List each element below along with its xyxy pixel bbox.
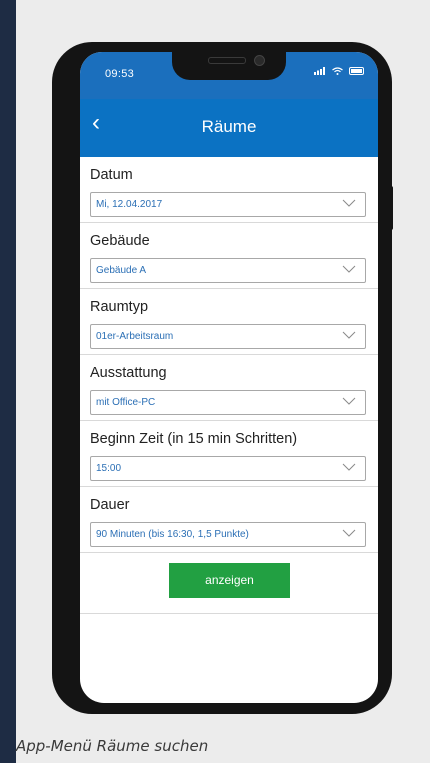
field-label: Beginn Zeit (in 15 min Schritten)	[90, 431, 298, 447]
front-camera	[254, 55, 265, 66]
select-value: 01er-Arbeitsraum	[96, 331, 174, 342]
start-time-select[interactable]: 15:00	[90, 456, 366, 481]
chevron-down-icon	[342, 397, 356, 405]
battery-icon	[349, 67, 364, 76]
select-value: Mi, 12.04.2017	[96, 199, 163, 210]
field-ausstattung: Ausstattung mit Office-PC	[80, 355, 378, 421]
phone-notch	[172, 52, 286, 80]
select-value: mit Office-PC	[96, 397, 156, 408]
nav-bar: ‹ Räume	[80, 99, 378, 157]
signal-bars-icon	[314, 67, 326, 76]
page-title: Räume	[201, 117, 257, 136]
duration-select[interactable]: 90 Minuten (bis 16:30, 1,5 Punkte)	[90, 522, 366, 547]
room-type-select[interactable]: 01er-Arbeitsraum	[90, 324, 366, 349]
field-gebaeude: Gebäude Gebäude A	[80, 223, 378, 289]
chevron-down-icon	[342, 265, 356, 273]
power-button	[387, 186, 393, 230]
mute-switch	[64, 178, 70, 208]
field-label: Dauer	[90, 497, 130, 513]
equipment-select[interactable]: mit Office-PC	[90, 390, 366, 415]
field-label: Ausstattung	[90, 365, 167, 381]
status-time: 09:53	[105, 68, 135, 80]
wifi-icon	[332, 67, 344, 76]
show-rooms-button[interactable]: anzeigen	[169, 563, 290, 598]
speaker-grille	[208, 57, 246, 64]
field-label: Datum	[90, 167, 133, 183]
chevron-down-icon	[342, 199, 356, 207]
date-select[interactable]: Mi, 12.04.2017	[90, 192, 366, 217]
chevron-down-icon	[342, 529, 356, 537]
field-dauer: Dauer 90 Minuten (bis 16:30, 1,5 Punkte)	[80, 487, 378, 553]
field-raumtyp: Raumtyp 01er-Arbeitsraum	[80, 289, 378, 355]
room-search-form: Datum Mi, 12.04.2017 Gebäude Gebäude A R…	[80, 157, 378, 614]
volume-up-button	[64, 222, 70, 260]
status-icons	[314, 66, 364, 77]
field-datum: Datum Mi, 12.04.2017	[80, 157, 378, 223]
chevron-down-icon	[342, 331, 356, 339]
field-label: Gebäude	[90, 233, 150, 249]
chevron-down-icon	[342, 463, 356, 471]
building-select[interactable]: Gebäude A	[90, 258, 366, 283]
volume-down-button	[64, 264, 70, 302]
field-beginn-zeit: Beginn Zeit (in 15 min Schritten) 15:00	[80, 421, 378, 487]
select-value: 90 Minuten (bis 16:30, 1,5 Punkte)	[96, 529, 249, 540]
field-label: Raumtyp	[90, 299, 149, 315]
phone-screen: 09:53 ‹ Räume Datum Mi, 12.04.2017 Gebäu…	[80, 52, 378, 703]
select-value: 15:00	[96, 463, 122, 474]
select-value: Gebäude A	[96, 265, 147, 276]
button-row: anzeigen	[80, 553, 378, 614]
status-bar: 09:53	[80, 52, 378, 99]
figure-caption: App-Menü Räume suchen	[16, 737, 209, 755]
